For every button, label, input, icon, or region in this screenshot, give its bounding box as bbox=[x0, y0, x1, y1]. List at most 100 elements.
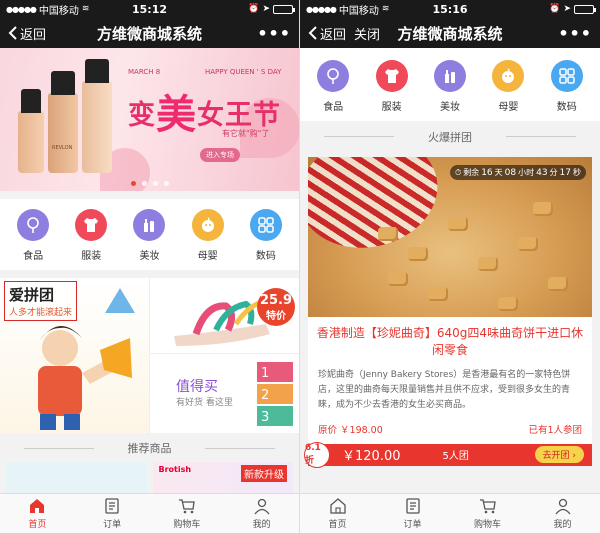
svg-text:1: 1 bbox=[261, 366, 269, 381]
chevron-right-icon: › bbox=[572, 451, 576, 462]
tab-profile[interactable]: 我的 bbox=[525, 494, 600, 533]
tab-label: 首页 bbox=[28, 520, 47, 530]
worth-buying-title: 值得买 bbox=[176, 379, 218, 395]
tab-cart[interactable]: 购物车 bbox=[450, 494, 525, 533]
section-title-recommended: 推荐商品 bbox=[0, 433, 299, 462]
back-label: 返回 bbox=[20, 27, 47, 43]
tab-bar: 首页 订单 购物车 我的 bbox=[0, 493, 299, 533]
discount-badge: 6.1折 bbox=[304, 441, 330, 468]
cosmetics-icon bbox=[433, 60, 466, 92]
back-button[interactable]: 返回 bbox=[308, 24, 346, 43]
status-time: 15:16 bbox=[432, 2, 468, 16]
grid-icon bbox=[550, 60, 583, 92]
cosmetics-icon bbox=[133, 209, 166, 241]
timer-days: 16 bbox=[481, 167, 493, 178]
timer-secs: 17 bbox=[559, 167, 571, 178]
tab-cart[interactable]: 购物车 bbox=[150, 494, 225, 533]
start-group-button[interactable]: 去开团 › bbox=[534, 446, 584, 464]
more-menu-button[interactable]: ••• bbox=[558, 24, 592, 43]
home-icon bbox=[30, 499, 45, 513]
home-icon bbox=[329, 498, 346, 514]
category-clothing[interactable]: 服装 bbox=[63, 209, 119, 262]
tab-label: 购物车 bbox=[473, 520, 501, 530]
chevron-left-icon bbox=[308, 26, 317, 40]
price-tag: 特价 bbox=[266, 311, 286, 322]
countdown-timer: ⏱ 剩余 16 天 08 小时 43 分 17 秒 bbox=[449, 165, 586, 180]
category-baby[interactable]: 母婴 bbox=[480, 60, 536, 113]
category-clothing[interactable]: 服装 bbox=[364, 60, 420, 113]
cart-icon bbox=[479, 499, 496, 514]
nav-bar: 返回 方维微商城系统 ••• bbox=[0, 18, 299, 48]
category-label: 美妆 bbox=[439, 102, 460, 113]
category-digital[interactable]: 数码 bbox=[238, 209, 294, 262]
promo-grid: 爱拼团 人多才能滚起来 25.9 特价 值得买 有好货 看这里 1 2 3 bbox=[0, 278, 299, 433]
worth-buying-subtitle: 有好货 看这里 bbox=[176, 398, 233, 408]
status-bar: ●●●●● 中国移动 ≋ 15:16 ⏰ ➤ bbox=[300, 0, 600, 18]
group-buy-panel[interactable]: 爱拼团 人多才能滚起来 bbox=[0, 278, 150, 433]
category-baby[interactable]: 母婴 bbox=[180, 209, 236, 262]
timer-unit: 小时 bbox=[518, 168, 535, 177]
foundation-bottle-image bbox=[18, 89, 44, 173]
more-menu-button[interactable]: ••• bbox=[257, 24, 291, 43]
banner-enter-button[interactable]: 进入专场 bbox=[200, 148, 240, 162]
group-buy-label: 爱拼团 人多才能滚起来 bbox=[4, 281, 78, 321]
user-icon bbox=[554, 498, 571, 515]
carousel-dot[interactable] bbox=[152, 181, 158, 186]
category-digital[interactable]: 数码 bbox=[539, 60, 595, 113]
battery-icon bbox=[273, 4, 295, 14]
category-label: 数码 bbox=[255, 251, 276, 262]
tab-bar: 首页 订单 购物车 我的 bbox=[300, 493, 600, 533]
carousel-dot[interactable] bbox=[163, 181, 169, 186]
section-title-hot-group: 火爆拼团 bbox=[300, 121, 600, 151]
tab-orders[interactable]: 订单 bbox=[375, 494, 450, 533]
tab-home[interactable]: 首页 bbox=[300, 494, 375, 533]
timer-mins: 43 bbox=[536, 167, 548, 178]
group-buy-bar[interactable]: 6.1折 ￥120.00 5人团 去开团 › bbox=[304, 441, 592, 468]
back-button[interactable]: 返回 bbox=[8, 24, 46, 43]
nav-bar: 返回 关闭 方维微商城系统 ••• bbox=[300, 18, 600, 48]
sale-panel[interactable]: 25.9 特价 bbox=[150, 278, 299, 354]
product-description: 珍妮曲奇（Jenny Bakery Stores）是香港最有名的一家特色饼店，这… bbox=[318, 369, 571, 411]
category-cosmetics[interactable]: 美妆 bbox=[422, 60, 478, 113]
svg-text:2: 2 bbox=[261, 388, 269, 403]
tab-profile[interactable]: 我的 bbox=[224, 494, 299, 533]
carousel-dot[interactable] bbox=[141, 181, 147, 186]
clock-icon: ⏱ bbox=[454, 167, 462, 177]
status-time: 15:12 bbox=[131, 2, 167, 16]
banner-tagline: HAPPY QUEEN ' S DAY bbox=[205, 68, 282, 76]
order-icon bbox=[405, 498, 420, 514]
cookie-tin-image: ⏱ 剩余 16 天 08 小时 43 分 17 秒 bbox=[308, 157, 592, 317]
original-price: 原价 ￥198.00 bbox=[318, 424, 383, 436]
tab-label: 我的 bbox=[252, 520, 271, 530]
category-label: 服装 bbox=[381, 102, 402, 113]
tab-label: 购物车 bbox=[173, 520, 201, 530]
rec-brand: Brotish bbox=[158, 465, 192, 474]
tab-orders[interactable]: 订单 bbox=[75, 494, 150, 533]
back-label: 返回 bbox=[320, 27, 347, 43]
category-cosmetics[interactable]: 美妆 bbox=[121, 209, 177, 262]
tab-label: 我的 bbox=[553, 520, 572, 530]
banner-date: MARCH 8 bbox=[128, 68, 161, 76]
timer-unit: 天 bbox=[494, 168, 503, 177]
carousel-dot[interactable] bbox=[130, 181, 136, 186]
step-boxes-image: 1 2 3 bbox=[257, 362, 293, 426]
category-label: 数码 bbox=[556, 102, 577, 113]
grid-icon bbox=[249, 209, 282, 241]
category-bar: 食品 服装 美妆 母婴 数码 bbox=[0, 199, 299, 270]
user-icon bbox=[254, 498, 270, 515]
carousel-dots bbox=[0, 181, 299, 186]
banner-subtitle: 有它就"购"了 bbox=[222, 129, 270, 138]
category-food[interactable]: 食品 bbox=[305, 60, 361, 113]
promo-banner[interactable]: REVLON MARCH 8 HAPPY QUEEN ' S DAY 变美女王节… bbox=[0, 48, 299, 191]
shirt-icon bbox=[375, 60, 408, 92]
baby-icon bbox=[492, 60, 525, 92]
group-product-card[interactable]: ⏱ 剩余 16 天 08 小时 43 分 17 秒 香港制造【珍妮曲奇】640g四4味曲… bbox=[308, 157, 592, 444]
brand-label: REVLON bbox=[52, 145, 73, 151]
category-food[interactable]: 食品 bbox=[5, 209, 61, 262]
start-group-label: 去开团 bbox=[542, 451, 570, 462]
tab-home[interactable]: 首页 bbox=[0, 494, 75, 533]
shirt-icon bbox=[75, 209, 108, 241]
close-button[interactable]: 关闭 bbox=[354, 24, 380, 43]
worth-buying-panel[interactable]: 值得买 有好货 看这里 1 2 3 bbox=[150, 354, 299, 433]
timer-hours: 08 bbox=[504, 167, 517, 178]
